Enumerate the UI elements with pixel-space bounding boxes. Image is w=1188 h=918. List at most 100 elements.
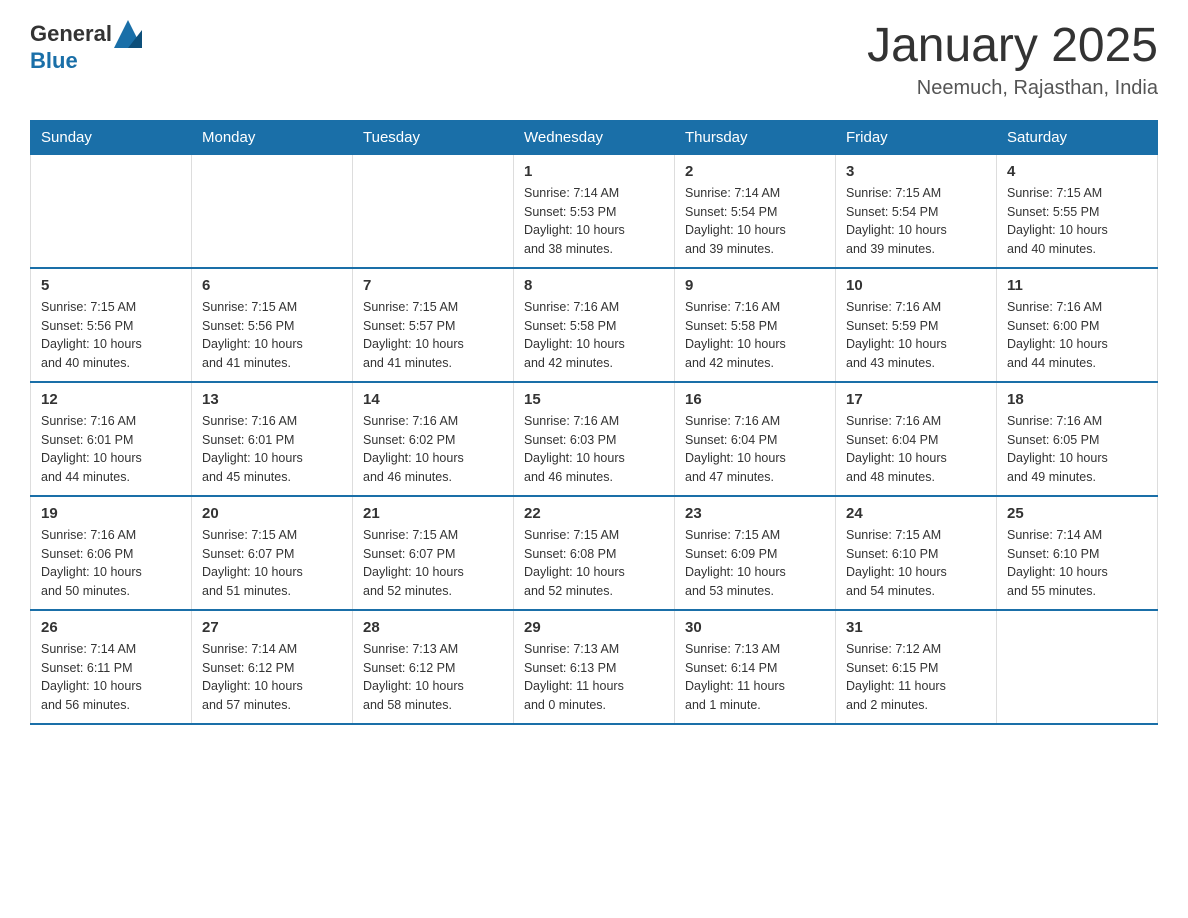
calendar-cell: 20Sunrise: 7:15 AMSunset: 6:07 PMDayligh… bbox=[192, 496, 353, 610]
calendar-cell: 22 Sunrise: 7:15 AMSunset: 6:08 PMDayligh… bbox=[514, 496, 675, 610]
day-number: 26 bbox=[41, 619, 181, 636]
day-info: Sunrise: 7:15 AMSunset: 6:07 PMDaylight:… bbox=[202, 526, 342, 601]
day-number: 4 bbox=[1007, 163, 1147, 180]
calendar-cell: 21Sunrise: 7:15 AMSunset: 6:07 PMDayligh… bbox=[353, 496, 514, 610]
column-header-monday: Monday bbox=[192, 120, 353, 154]
day-info: Sunrise: 7:16 AMSunset: 6:05 PMDaylight:… bbox=[1007, 412, 1147, 487]
column-header-tuesday: Tuesday bbox=[353, 120, 514, 154]
calendar-cell bbox=[31, 154, 192, 268]
day-number: 7 bbox=[363, 277, 503, 294]
day-info: Sunrise: 7:15 AMSunset: 6:08 PMDaylight:… bbox=[524, 526, 664, 601]
calendar-cell: 12 Sunrise: 7:16 AMSunset: 6:01 PMDayligh… bbox=[31, 382, 192, 496]
calendar-cell: 5Sunrise: 7:15 AMSunset: 5:56 PMDaylight… bbox=[31, 268, 192, 382]
day-info: Sunrise: 7:16 AMSunset: 6:04 PMDaylight:… bbox=[685, 412, 825, 487]
day-number: 12 bbox=[41, 391, 181, 408]
day-info: Sunrise: 7:16 AMSunset: 6:00 PMDaylight:… bbox=[1007, 298, 1147, 373]
day-info: Sunrise: 7:14 AMSunset: 5:54 PMDaylight:… bbox=[685, 184, 825, 259]
calendar-cell: 28Sunrise: 7:13 AMSunset: 6:12 PMDayligh… bbox=[353, 610, 514, 724]
calendar-cell: 9 Sunrise: 7:16 AMSunset: 5:58 PMDaylight… bbox=[675, 268, 836, 382]
calendar-cell: 2Sunrise: 7:14 AMSunset: 5:54 PMDaylight… bbox=[675, 154, 836, 268]
day-info: Sunrise: 7:15 AMSunset: 5:56 PMDaylight:… bbox=[202, 298, 342, 373]
day-number: 3 bbox=[846, 163, 986, 180]
calendar-header-row: SundayMondayTuesdayWednesdayThursdayFrid… bbox=[31, 120, 1158, 154]
calendar-week-row: 26 Sunrise: 7:14 AMSunset: 6:11 PMDayligh… bbox=[31, 610, 1158, 724]
logo-text-general: General bbox=[30, 21, 112, 47]
calendar-cell: 27 Sunrise: 7:14 AMSunset: 6:12 PMDayligh… bbox=[192, 610, 353, 724]
day-info: Sunrise: 7:16 AMSunset: 6:01 PMDaylight:… bbox=[202, 412, 342, 487]
day-number: 19 bbox=[41, 505, 181, 522]
day-number: 8 bbox=[524, 277, 664, 294]
day-info: Sunrise: 7:16 AMSunset: 6:01 PMDaylight:… bbox=[41, 412, 181, 487]
page-header: General Blue January 2025 Neemuch, Rajas… bbox=[30, 20, 1158, 100]
day-number: 23 bbox=[685, 505, 825, 522]
calendar-cell: 10 Sunrise: 7:16 AMSunset: 5:59 PMDayligh… bbox=[836, 268, 997, 382]
day-info: Sunrise: 7:14 AMSunset: 6:11 PMDaylight:… bbox=[41, 640, 181, 715]
day-number: 11 bbox=[1007, 277, 1147, 294]
day-number: 29 bbox=[524, 619, 664, 636]
day-number: 13 bbox=[202, 391, 342, 408]
day-number: 27 bbox=[202, 619, 342, 636]
title-section: January 2025 Neemuch, Rajasthan, India bbox=[867, 20, 1158, 100]
day-info: Sunrise: 7:14 AMSunset: 6:10 PMDaylight:… bbox=[1007, 526, 1147, 601]
day-number: 30 bbox=[685, 619, 825, 636]
day-number: 9 bbox=[685, 277, 825, 294]
calendar-cell: 29 Sunrise: 7:13 AMSunset: 6:13 PMDayligh… bbox=[514, 610, 675, 724]
month-title: January 2025 bbox=[867, 20, 1158, 73]
calendar-week-row: 19Sunrise: 7:16 AMSunset: 6:06 PMDayligh… bbox=[31, 496, 1158, 610]
logo: General Blue bbox=[30, 20, 142, 74]
calendar-cell: 7 Sunrise: 7:15 AMSunset: 5:57 PMDaylight… bbox=[353, 268, 514, 382]
day-number: 31 bbox=[846, 619, 986, 636]
day-info: Sunrise: 7:16 AMSunset: 5:59 PMDaylight:… bbox=[846, 298, 986, 373]
day-info: Sunrise: 7:16 AMSunset: 6:04 PMDaylight:… bbox=[846, 412, 986, 487]
calendar-cell: 30 Sunrise: 7:13 AMSunset: 6:14 PMDayligh… bbox=[675, 610, 836, 724]
calendar-cell: 4 Sunrise: 7:15 AMSunset: 5:55 PMDaylight… bbox=[997, 154, 1158, 268]
column-header-sunday: Sunday bbox=[31, 120, 192, 154]
calendar-table: SundayMondayTuesdayWednesdayThursdayFrid… bbox=[30, 120, 1158, 725]
location-subtitle: Neemuch, Rajasthan, India bbox=[867, 77, 1158, 100]
calendar-cell: 1Sunrise: 7:14 AMSunset: 5:53 PMDaylight… bbox=[514, 154, 675, 268]
day-info: Sunrise: 7:14 AMSunset: 6:12 PMDaylight:… bbox=[202, 640, 342, 715]
column-header-friday: Friday bbox=[836, 120, 997, 154]
calendar-cell: 11 Sunrise: 7:16 AMSunset: 6:00 PMDayligh… bbox=[997, 268, 1158, 382]
day-number: 10 bbox=[846, 277, 986, 294]
calendar-week-row: 12 Sunrise: 7:16 AMSunset: 6:01 PMDayligh… bbox=[31, 382, 1158, 496]
calendar-cell: 24Sunrise: 7:15 AMSunset: 6:10 PMDayligh… bbox=[836, 496, 997, 610]
day-number: 21 bbox=[363, 505, 503, 522]
day-number: 6 bbox=[202, 277, 342, 294]
day-number: 25 bbox=[1007, 505, 1147, 522]
calendar-cell: 23 Sunrise: 7:15 AMSunset: 6:09 PMDayligh… bbox=[675, 496, 836, 610]
day-number: 18 bbox=[1007, 391, 1147, 408]
calendar-cell: 18 Sunrise: 7:16 AMSunset: 6:05 PMDayligh… bbox=[997, 382, 1158, 496]
calendar-week-row: 5 Sunrise: 7:15 AMSunset: 5:56 PMDaylight… bbox=[31, 268, 1158, 382]
day-number: 1 bbox=[524, 163, 664, 180]
calendar-cell bbox=[997, 610, 1158, 724]
day-info: Sunrise: 7:13 AMSunset: 6:13 PMDaylight:… bbox=[524, 640, 664, 715]
calendar-cell bbox=[353, 154, 514, 268]
day-number: 24 bbox=[846, 505, 986, 522]
column-header-saturday: Saturday bbox=[997, 120, 1158, 154]
day-number: 15 bbox=[524, 391, 664, 408]
day-number: 16 bbox=[685, 391, 825, 408]
day-info: Sunrise: 7:16 AMSunset: 5:58 PMDaylight:… bbox=[524, 298, 664, 373]
day-number: 22 bbox=[524, 505, 664, 522]
calendar-cell: 14Sunrise: 7:16 AMSunset: 6:02 PMDayligh… bbox=[353, 382, 514, 496]
calendar-cell: 25 Sunrise: 7:14 AMSunset: 6:10 PMDayligh… bbox=[997, 496, 1158, 610]
day-info: Sunrise: 7:15 AMSunset: 5:55 PMDaylight:… bbox=[1007, 184, 1147, 259]
day-info: Sunrise: 7:15 AMSunset: 5:57 PMDaylight:… bbox=[363, 298, 503, 373]
calendar-cell: 17 Sunrise: 7:16 AMSunset: 6:04 PMDayligh… bbox=[836, 382, 997, 496]
calendar-cell: 19Sunrise: 7:16 AMSunset: 6:06 PMDayligh… bbox=[31, 496, 192, 610]
logo-icon bbox=[114, 20, 142, 48]
calendar-cell: 13 Sunrise: 7:16 AMSunset: 6:01 PMDayligh… bbox=[192, 382, 353, 496]
calendar-cell: 8 Sunrise: 7:16 AMSunset: 5:58 PMDaylight… bbox=[514, 268, 675, 382]
day-info: Sunrise: 7:15 AMSunset: 5:54 PMDaylight:… bbox=[846, 184, 986, 259]
day-info: Sunrise: 7:16 AMSunset: 6:02 PMDaylight:… bbox=[363, 412, 503, 487]
calendar-cell: 3 Sunrise: 7:15 AMSunset: 5:54 PMDaylight… bbox=[836, 154, 997, 268]
day-info: Sunrise: 7:13 AMSunset: 6:14 PMDaylight:… bbox=[685, 640, 825, 715]
day-number: 5 bbox=[41, 277, 181, 294]
day-info: Sunrise: 7:16 AMSunset: 6:03 PMDaylight:… bbox=[524, 412, 664, 487]
day-info: Sunrise: 7:15 AMSunset: 6:09 PMDaylight:… bbox=[685, 526, 825, 601]
calendar-cell: 26 Sunrise: 7:14 AMSunset: 6:11 PMDayligh… bbox=[31, 610, 192, 724]
day-info: Sunrise: 7:16 AMSunset: 5:58 PMDaylight:… bbox=[685, 298, 825, 373]
calendar-cell bbox=[192, 154, 353, 268]
day-number: 17 bbox=[846, 391, 986, 408]
